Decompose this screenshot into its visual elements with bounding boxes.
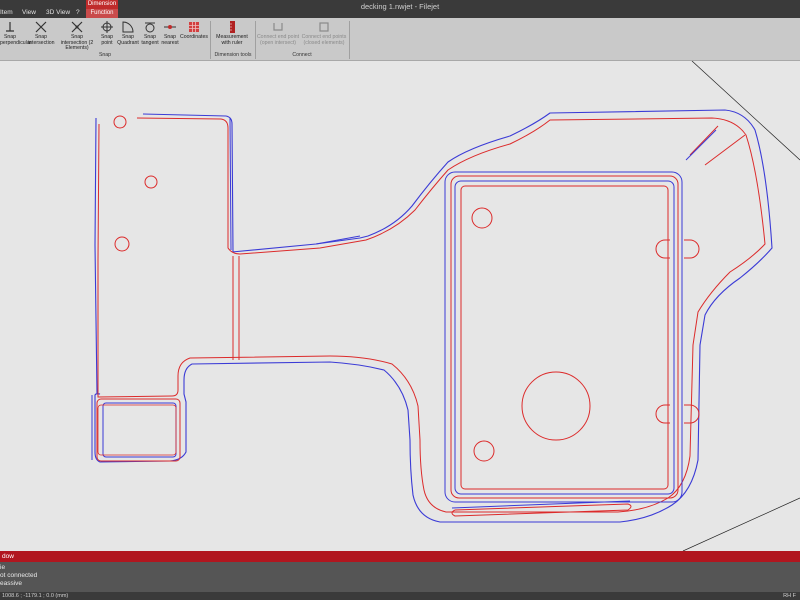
snap-nearest-icon <box>164 25 176 29</box>
outer-contour-red[interactable] <box>97 117 766 513</box>
connect-endpoint-icon <box>273 23 283 31</box>
hole[interactable] <box>471 207 493 229</box>
diagonal-lines-blue <box>685 129 717 161</box>
hole[interactable] <box>113 115 127 129</box>
measurement-ruler-label: Measurement with ruler <box>216 34 248 46</box>
snap-point-icon <box>101 21 113 33</box>
snap-intersection-two-icon <box>71 21 83 33</box>
hole[interactable] <box>473 440 495 462</box>
snap-intersection-button[interactable]: Snap intersection <box>28 20 55 46</box>
menu-item-view[interactable]: View <box>22 9 36 16</box>
snap-tangent-button[interactable]: Snap tangent <box>141 20 159 46</box>
snap-intersection-label: Snap intersection <box>28 34 55 46</box>
snap-tangent-icon <box>145 22 155 33</box>
big-hole[interactable] <box>521 371 591 441</box>
measurement-ruler-button[interactable]: Measurement with ruler <box>213 20 251 46</box>
inner-frame-red[interactable] <box>450 175 679 499</box>
sheet-boundary-line <box>682 497 800 552</box>
connect-endpoints-button[interactable]: Connect end points (closed elements) <box>301 20 347 46</box>
output-line: eassive <box>0 580 23 587</box>
status-coordinates: 1008.6 ; -1179.1 ; 0.0 (mm) <box>2 593 69 599</box>
status-bar: 1008.6 ; -1179.1 ; 0.0 (mm) RH F <box>0 592 800 600</box>
inner-frame-blue[interactable] <box>444 171 683 503</box>
pocket-inner-red <box>97 404 177 456</box>
inner-frame-red-2[interactable] <box>460 185 669 490</box>
snap-quadrant-button[interactable]: Snap Quadrant <box>116 20 140 46</box>
snap-perpendicular-label: Snap perpendicular <box>0 34 32 46</box>
ribbon: Snap perpendicular Snap intersection Sna… <box>0 18 800 61</box>
snap-quadrant-icon <box>122 21 134 33</box>
snap-point-label: Snap point <box>100 34 114 46</box>
snap-nearest-button[interactable]: Snap nearest <box>161 20 179 46</box>
snap-intersection-two-label: Snap intersection (2 Elements) <box>60 34 94 52</box>
coordinates-button[interactable]: Coordinates <box>180 20 208 41</box>
snap-group-label: Snap <box>98 52 112 58</box>
snap-intersection-icon <box>35 21 47 33</box>
connect-endpoint-label: Connect end point (open intersect) <box>256 34 300 46</box>
output-window-header[interactable]: dow <box>0 551 800 562</box>
output-line: ot connected <box>0 572 38 579</box>
menu-item-help[interactable]: ? <box>76 9 80 16</box>
connect-group-label: Connect <box>292 52 312 58</box>
snap-perpendicular-button[interactable]: Snap perpendicular <box>0 20 31 46</box>
menu-item-3d-view[interactable]: 3D View <box>46 9 70 16</box>
hole[interactable] <box>144 175 158 189</box>
ribbon-separator <box>349 21 350 59</box>
context-tab-dimension[interactable]: Dimension <box>86 0 118 9</box>
window-title: decking 1.nwjet - Filejet <box>360 2 440 11</box>
snap-nearest-label: Snap nearest <box>161 34 179 46</box>
bottom-slot[interactable] <box>451 503 632 517</box>
cad-drawing[interactable] <box>0 60 800 552</box>
drawing-canvas[interactable] <box>0 60 800 552</box>
title-bar: decking 1.nwjet - Filejet Item View 3D V… <box>0 0 800 18</box>
snap-tangent-label: Snap tangent <box>141 34 159 46</box>
snap-perpendicular-icon <box>6 22 14 32</box>
connect-endpoints-label: Connect end points (closed elements) <box>301 34 347 46</box>
snap-intersection-two-button[interactable]: Snap intersection (2 Elements) <box>57 20 97 52</box>
connect-endpoint-button[interactable]: Connect end point (open intersect) <box>256 20 300 46</box>
snap-quadrant-label: Snap Quadrant <box>117 34 139 46</box>
status-right: RH F <box>783 593 796 599</box>
coordinates-icon <box>189 22 199 32</box>
output-line: ie <box>0 564 6 571</box>
snap-point-button[interactable]: Snap point <box>99 20 115 46</box>
coordinates-label: Coordinates <box>180 34 208 40</box>
diagonal-lines <box>689 125 746 166</box>
pocket-blue[interactable] <box>102 402 177 458</box>
dimension-group-label: Dimension tools <box>214 52 252 58</box>
tab-detail-red <box>232 256 240 360</box>
inner-frame-blue-2[interactable] <box>454 180 675 495</box>
connect-endpoints-icon <box>319 22 329 32</box>
menu-item[interactable]: Item <box>0 9 13 16</box>
hole[interactable] <box>114 236 130 252</box>
lead-in-lines <box>91 117 361 460</box>
context-tab-function[interactable]: Function <box>86 9 118 18</box>
pocket-red[interactable] <box>96 398 181 462</box>
ruler-icon <box>230 21 235 33</box>
